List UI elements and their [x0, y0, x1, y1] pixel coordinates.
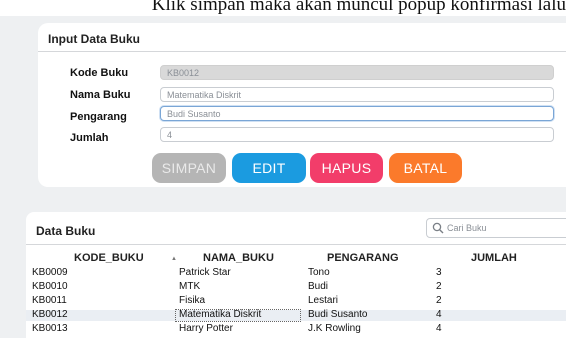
table-row-selected[interactable]: KB0012 Matematika Diskrit Budi Susanto 4: [26, 309, 566, 322]
cell-pengarang: J.K Rowling: [308, 323, 361, 334]
label-kode-buku: Kode Buku: [70, 67, 129, 79]
table-row[interactable]: KB0011 Fisika Lestari 2: [26, 295, 566, 307]
column-header-nama-buku[interactable]: NAMA_BUKU: [203, 252, 274, 264]
hapus-button[interactable]: HAPUS: [310, 153, 383, 183]
search-icon: [432, 222, 444, 234]
label-nama-buku: Nama Buku: [70, 89, 131, 101]
cell-kode-buku: KB0010: [32, 281, 68, 292]
cell-jumlah: 2: [436, 281, 442, 292]
label-pengarang: Pengarang: [70, 111, 127, 123]
cell-kode-buku: KB0013: [32, 323, 68, 334]
cell-pengarang: Lestari: [308, 295, 339, 306]
cell-kode-buku: KB0011: [32, 295, 67, 306]
cell-pengarang: Tono: [308, 267, 330, 278]
cell-jumlah: 4: [436, 309, 442, 320]
cell-nama-buku: Matematika Diskrit: [179, 309, 262, 320]
sort-asc-icon[interactable]: ▲: [171, 256, 177, 262]
table-divider: [26, 244, 566, 245]
table-title: Data Buku: [36, 224, 96, 238]
edit-button[interactable]: EDIT: [232, 153, 306, 183]
kode-buku-field[interactable]: KB0012: [160, 65, 554, 80]
batal-button[interactable]: BATAL: [389, 153, 462, 183]
simpan-button[interactable]: SIMPAN: [152, 153, 226, 183]
cell-pengarang: Budi Susanto: [308, 309, 368, 320]
cell-nama-buku: MTK: [179, 281, 201, 292]
caption-text: Klik simpan maka akan muncul popup konfi…: [151, 0, 566, 15]
cell-jumlah: 4: [436, 323, 442, 334]
label-jumlah: Jumlah: [70, 132, 109, 144]
cell-nama-buku: Patrick Star: [179, 267, 231, 278]
cell-jumlah: 3: [436, 267, 442, 278]
cell-kode-buku: KB0009: [32, 267, 68, 278]
cell-pengarang: Budi: [308, 281, 329, 292]
jumlah-field[interactable]: 4: [160, 127, 554, 142]
table-row[interactable]: KB0013 Harry Potter J.K Rowling 4: [26, 323, 566, 335]
search-input[interactable]: Cari Buku: [426, 218, 566, 238]
column-header-kode-buku[interactable]: KODE_BUKU: [74, 252, 144, 264]
cell-nama-buku: Fisika: [179, 295, 206, 306]
cell-nama-buku: Harry Potter: [179, 323, 233, 334]
table-row[interactable]: KB0009 Patrick Star Tono 3: [26, 267, 566, 279]
column-header-pengarang[interactable]: PENGARANG: [327, 252, 399, 264]
table-row[interactable]: KB0010 MTK Budi 2: [26, 281, 566, 293]
form-title: Input Data Buku: [48, 32, 140, 46]
nama-buku-field[interactable]: Matematika Diskrit: [160, 87, 554, 102]
search-placeholder: Cari Buku: [447, 223, 487, 233]
pengarang-field[interactable]: Budi Susanto: [160, 106, 554, 121]
cell-jumlah: 2: [436, 295, 442, 306]
cell-kode-buku: KB0012: [32, 309, 68, 320]
form-divider: [38, 51, 566, 52]
column-header-jumlah[interactable]: JUMLAH: [471, 252, 517, 264]
